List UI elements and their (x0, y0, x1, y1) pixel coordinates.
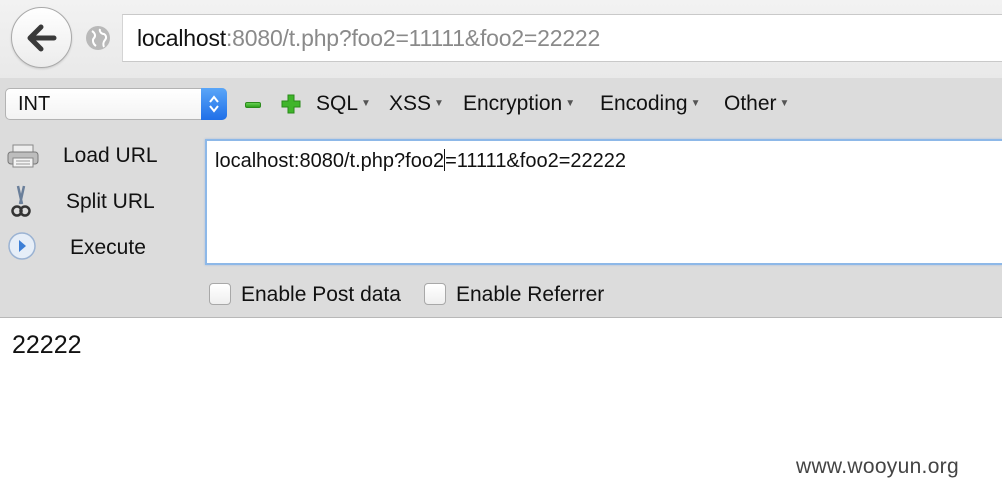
url-textarea[interactable]: localhost:8080/t.php?foo2=11111&foo2=222… (205, 139, 1002, 265)
split-url-label: Split URL (66, 190, 155, 213)
load-url-label: Load URL (63, 144, 158, 167)
menu-other[interactable]: Other ▼ (724, 92, 789, 116)
type-select-value: INT (18, 93, 51, 115)
menu-xss-label: XSS (389, 92, 432, 115)
menu-sql-label: SQL (316, 92, 359, 115)
scissors-icon (11, 185, 31, 217)
split-url-button[interactable]: Split URL (0, 182, 200, 222)
plus-icon[interactable] (281, 94, 301, 114)
dropdown-arrow-icon: ▼ (690, 98, 701, 109)
execute-button[interactable]: Execute (0, 228, 200, 268)
back-button[interactable] (11, 7, 72, 68)
url-textarea-content: localhost:8080/t.php?foo2=11111&foo2=222… (215, 149, 626, 173)
hackbar-panel: INT SQL ▼ XSS ▼ Encryption ▼ Encoding ▼ Othe… (0, 78, 1002, 318)
menu-xss[interactable]: XSS ▼ (389, 92, 444, 116)
watermark: www.wooyun.org (796, 455, 959, 478)
execute-label: Execute (70, 236, 146, 259)
page-output: 22222 (12, 331, 82, 359)
browser-window: localhost:8080/t.php?foo2=11111&foo2=222… (0, 0, 1002, 496)
dropdown-arrow-icon: ▼ (565, 98, 576, 109)
menu-other-label: Other (724, 92, 777, 115)
minus-icon[interactable] (245, 102, 261, 108)
address-bar[interactable]: localhost:8080/t.php?foo2=11111&foo2=222… (122, 14, 1002, 62)
enable-referrer-label[interactable]: Enable Referrer (456, 283, 604, 307)
type-select[interactable]: INT (5, 88, 227, 120)
url-text-before-caret: localhost:8080/t.php?foo2 (215, 150, 445, 172)
url-text-after-caret: =11111&foo2=22222 (445, 150, 626, 172)
execute-icon (8, 232, 36, 260)
menu-encoding-label: Encoding (600, 92, 688, 115)
enable-post-checkbox[interactable] (209, 283, 231, 305)
menu-encoding[interactable]: Encoding ▼ (600, 92, 700, 116)
load-url-button[interactable]: Load URL (0, 136, 200, 176)
url-host: localhost (137, 25, 226, 51)
dropdown-arrow-icon: ▼ (434, 98, 444, 109)
globe-icon (86, 26, 110, 50)
menu-encryption[interactable]: Encryption ▼ (463, 92, 575, 116)
menu-sql[interactable]: SQL ▼ (316, 92, 371, 116)
menu-encryption-label: Encryption (463, 92, 563, 115)
enable-referrer-checkbox[interactable] (424, 283, 446, 305)
enable-post-label[interactable]: Enable Post data (241, 283, 401, 307)
load-url-icon (7, 144, 39, 168)
address-bar-url: localhost:8080/t.php?foo2=11111&foo2=222… (137, 25, 600, 52)
select-stepper-icon[interactable] (201, 88, 227, 120)
url-path: :8080/t.php?foo2=11111&foo2=22222 (225, 25, 601, 51)
dropdown-arrow-icon: ▼ (779, 98, 790, 109)
navigation-bar: localhost:8080/t.php?foo2=11111&foo2=222… (0, 0, 1002, 78)
back-arrow-icon (27, 24, 56, 51)
dropdown-arrow-icon: ▼ (361, 98, 371, 109)
